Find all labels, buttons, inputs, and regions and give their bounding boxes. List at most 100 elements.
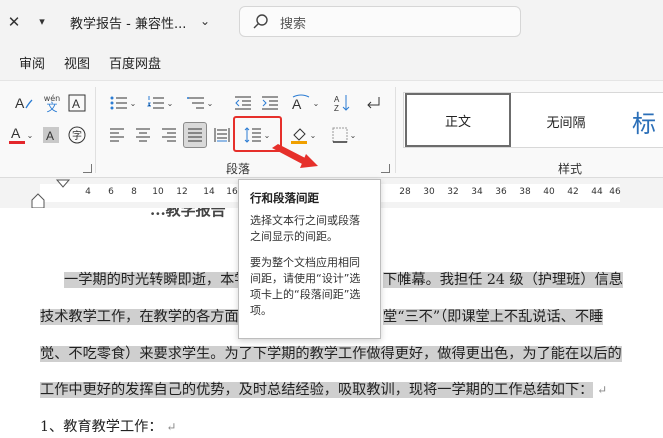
align-right-button[interactable]	[158, 123, 180, 147]
chevron-down-icon[interactable]: ⌄	[313, 99, 320, 108]
ruler-number: 4	[85, 187, 91, 197]
align-center-icon	[136, 128, 150, 142]
title-bar: ✕ ▾ 教学报告 - 兼容性... ⌄ 搜索	[0, 0, 663, 44]
ruler-number: 12	[176, 187, 188, 197]
first-line-indent-marker-icon[interactable]	[55, 179, 71, 193]
search-input[interactable]: 搜索	[239, 6, 521, 37]
ribbon-tabs: 审阅 视图 百度网盘	[0, 44, 663, 80]
paragraph-mark-icon	[367, 97, 380, 109]
distributed-button[interactable]	[211, 123, 233, 147]
close-icon[interactable]: ✕	[4, 12, 24, 32]
ruler-number: 8	[131, 187, 137, 197]
style-normal[interactable]: 正文	[405, 93, 511, 147]
chevron-down-icon[interactable]: ⌄	[130, 99, 137, 108]
svg-text:A: A	[292, 96, 302, 112]
paragraph-dialog-launcher[interactable]	[381, 164, 390, 173]
document-title[interactable]: 教学报告 - 兼容性...	[70, 13, 186, 32]
style-no-spacing[interactable]: 无间隔	[512, 93, 620, 149]
chevron-down-icon[interactable]: ⌄	[207, 99, 214, 108]
ribbon-home: A wén 文 A A ⌄ A 字 ⌄ ⌄ ⌄ A ⌄ AZ ⌄ ⌄ ⌄ 段落 …	[0, 80, 663, 178]
customize-quick-access-icon[interactable]: ▾	[32, 12, 52, 32]
group-separator	[95, 87, 96, 173]
tooltip-line-spacing: 行和段落间距 选择文本行之间或段落之间显示的间距。 要为整个文档应用相同间距，请…	[238, 179, 381, 339]
justify-button[interactable]	[183, 122, 207, 148]
chevron-down-icon[interactable]: ⌄	[27, 131, 34, 140]
svg-text:A: A	[11, 125, 21, 141]
ruler-number: 34	[471, 187, 483, 197]
ruler-number: 38	[519, 187, 531, 197]
ruler-number: 14	[203, 187, 215, 197]
document-heading-fragment: ...教学报告	[150, 208, 226, 220]
numbering-button[interactable]: ⌄	[143, 91, 177, 115]
enclose-characters-icon: 字	[68, 126, 86, 144]
character-shading-icon: A	[43, 127, 59, 143]
paragraph-mark-icon: ↵	[593, 383, 608, 397]
paragraph-line[interactable]: 一学期的时光转瞬即逝，本学	[64, 269, 249, 289]
svg-text:A: A	[334, 95, 340, 104]
bullets-button[interactable]: ⌄	[106, 91, 140, 115]
paragraph-mark-icon: ↵	[162, 420, 177, 434]
align-left-button[interactable]	[106, 123, 128, 147]
bullets-icon	[110, 96, 127, 110]
selected-text: 觉、不吃零食）来要求学生。为了下学期的教学工作做得更好，做得更出色，为了能在以后…	[40, 346, 622, 362]
decrease-indent-button[interactable]	[231, 91, 255, 115]
chevron-down-icon[interactable]: ⌄	[167, 99, 174, 108]
style-no-spacing-label: 无间隔	[546, 115, 586, 131]
selected-text: 工作中更好的发挥自己的优势，及时总结经验，吸取教训，现将一学期的工作总结如下：	[40, 382, 594, 398]
character-border-icon: A	[68, 94, 86, 112]
character-border-button[interactable]: A	[66, 91, 88, 115]
heading-text: ...教学报告	[150, 208, 226, 219]
increase-indent-button[interactable]	[258, 91, 282, 115]
ruler-number: 36	[495, 187, 507, 197]
svg-text:字: 字	[72, 129, 82, 142]
svg-text:A: A	[15, 95, 25, 111]
group-separator	[395, 87, 396, 173]
hanging-indent-marker-icon[interactable]	[30, 193, 46, 209]
multilevel-list-icon	[186, 97, 204, 109]
asian-layout-icon: A	[292, 94, 309, 112]
paragraph-line[interactable]: 觉、不吃零食）来要求学生。为了下学期的教学工作做得更好，做得更出色，为了能在以后…	[40, 343, 622, 363]
character-shading-button[interactable]: A	[40, 123, 62, 147]
font-dialog-launcher[interactable]	[83, 164, 92, 173]
borders-button[interactable]: ⌄	[326, 123, 362, 147]
paragraph-line[interactable]: 堂“三不”（即课堂上不乱说话、不睡	[383, 306, 604, 326]
change-case-icon: A	[15, 95, 33, 111]
font-color-button[interactable]: A ⌄	[4, 123, 38, 147]
chevron-down-icon[interactable]: ⌄	[350, 131, 357, 140]
paragraph-line[interactable]: 技术教学工作，在教学的各方面	[40, 306, 239, 326]
tooltip-description: 选择文本行之间或段落之间显示的间距。	[250, 214, 360, 243]
svg-text:A: A	[46, 129, 54, 143]
ruler-number: 40	[543, 187, 555, 197]
enclose-characters-button[interactable]: 字	[66, 123, 88, 147]
tab-view[interactable]: 视图	[64, 53, 90, 72]
change-case-button[interactable]: A	[12, 91, 36, 115]
list-item-text: 1、教育教学工作：	[40, 419, 163, 435]
tab-review[interactable]: 审阅	[19, 53, 45, 72]
asian-layout-button[interactable]: A ⌄	[288, 91, 322, 115]
paragraph-line[interactable]: 1、教育教学工作： ↵	[40, 416, 176, 436]
font-color-icon: A	[8, 125, 25, 144]
selected-text: 堂“三不”（即课堂上不乱说话、不睡	[383, 309, 604, 325]
paragraph-line[interactable]: 下帷幕。我担任 24 级（护理班）信息	[383, 269, 623, 289]
style-heading[interactable]: 标	[622, 93, 663, 149]
show-hide-marks-button[interactable]	[361, 91, 385, 115]
chevron-down-icon[interactable]: ⌄	[200, 14, 210, 28]
ruler-number: 46	[609, 187, 621, 197]
ruler-number: 32	[447, 187, 459, 197]
tooltip-hint: 要为整个文档应用相同间距，请使用“设计”选项卡上的“段落间距”选项。	[250, 256, 361, 317]
chevron-down-icon[interactable]: ⌄	[310, 131, 317, 140]
tab-baidu-netdisk[interactable]: 百度网盘	[109, 53, 161, 72]
multilevel-list-button[interactable]: ⌄	[181, 91, 219, 115]
paragraph-line[interactable]: 工作中更好的发挥自己的优势，及时总结经验，吸取教训，现将一学期的工作总结如下： …	[40, 379, 607, 399]
sort-button[interactable]: AZ	[331, 91, 353, 115]
search-icon	[253, 14, 268, 29]
increase-indent-icon	[262, 96, 278, 110]
ruler-number: 6	[108, 187, 114, 197]
style-normal-label: 正文	[444, 114, 471, 130]
sort-icon: AZ	[334, 95, 350, 113]
ruler-number: 28	[399, 187, 411, 197]
svg-text:Z: Z	[334, 104, 339, 113]
align-center-button[interactable]	[132, 123, 154, 147]
annotation-arrow-icon	[272, 144, 318, 168]
phonetic-guide-button[interactable]: wén 文	[40, 91, 64, 115]
